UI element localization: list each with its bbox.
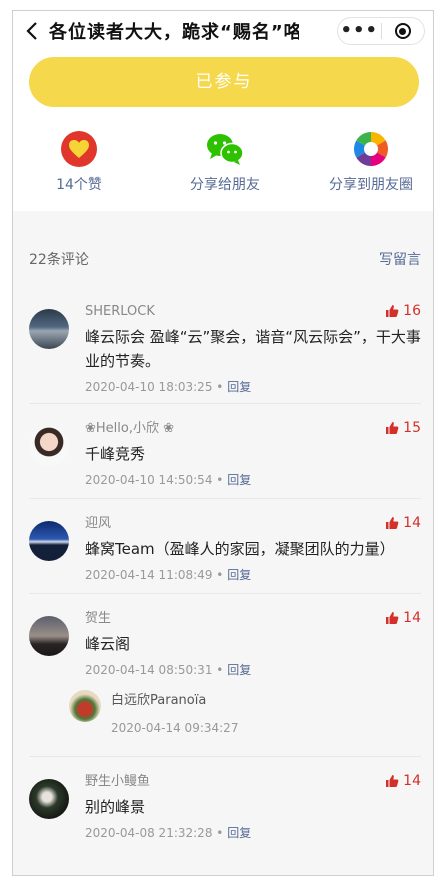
comment-time: 2020-04-14 11:08:49 — [85, 568, 213, 582]
divider — [29, 593, 421, 594]
comment-like-button[interactable]: 14 — [385, 610, 421, 626]
like-count: 16 — [403, 303, 421, 319]
comment-count: 22条评论 — [29, 252, 89, 268]
share-moments-label: 分享到朋友圈 — [329, 177, 413, 193]
comment-meta: 2020-04-14 11:08:49 • 回复 — [85, 567, 421, 583]
like-action[interactable]: 14个赞 — [41, 129, 117, 194]
meta-separator: • — [216, 826, 224, 840]
comment-text: 峰云阁 — [85, 635, 131, 653]
reply-button[interactable]: 回复 — [227, 568, 251, 582]
commenter-name[interactable]: 迎风 — [85, 515, 421, 533]
comment-item: 贺生 峰云阁 2020-04-14 08:50:31 • 回复 14 — [13, 610, 433, 688]
comment-text: 别的峰景 — [85, 798, 146, 816]
comment-meta: 2020-04-08 21:32:28 • 回复 — [85, 825, 421, 841]
more-options-button[interactable]: ••• — [338, 18, 381, 44]
reply-button[interactable]: 回复 — [227, 826, 251, 840]
comment-like-button[interactable]: 14 — [385, 515, 421, 531]
comment-like-button[interactable]: 14 — [385, 773, 421, 789]
mini-program-capsule: ••• — [337, 17, 425, 45]
app-frame: 各位读者大大，跪求“赐名”咯... ••• 已参与 14个赞 分享给朋友 分享到… — [12, 10, 434, 876]
share-friend-action[interactable]: 分享给朋友 — [177, 129, 273, 194]
back-button[interactable] — [17, 11, 47, 51]
reply-button[interactable]: 回复 — [227, 663, 251, 677]
comment-meta: 2020-04-10 18:03:25 • 回复 — [85, 379, 421, 395]
joined-button[interactable]: 已参与 — [29, 57, 419, 107]
share-moments-action[interactable]: 分享到朋友圈 — [321, 129, 421, 194]
thumbs-up-icon — [386, 422, 399, 434]
avatar[interactable] — [69, 690, 101, 722]
comment-time: 2020-04-10 18:03:25 — [85, 380, 213, 394]
comment-item: SHERLOCK 峰云际会 盈峰“云”聚会，谐音“风云际会”，干大事业的节奏。 … — [13, 303, 433, 403]
divider — [29, 403, 421, 404]
heart-icon — [61, 131, 97, 167]
like-count: 14 — [403, 773, 421, 789]
comment-text: 峰云际会 盈峰“云”聚会，谐音“风云际会”，干大事业的节奏。 — [85, 328, 421, 370]
comment-like-button[interactable]: 15 — [385, 420, 421, 436]
divider — [29, 498, 421, 499]
meta-separator: • — [216, 380, 224, 394]
avatar[interactable] — [29, 779, 69, 819]
top-panel: 各位读者大大，跪求“赐名”咯... ••• 已参与 14个赞 分享给朋友 分享到… — [13, 11, 433, 211]
write-comment-button[interactable]: 写留言 — [379, 249, 421, 269]
moments-icon — [354, 132, 388, 166]
like-count: 14 — [403, 610, 421, 626]
like-count: 14 — [403, 515, 421, 531]
like-count-label: 14个赞 — [56, 177, 102, 193]
comment-text: 蜂窝Team（盈峰人的家园，凝聚团队的力量） — [85, 540, 395, 558]
commenter-name[interactable]: SHERLOCK — [85, 303, 421, 321]
reply-button[interactable]: 回复 — [227, 473, 251, 487]
commenter-name[interactable]: 贺生 — [85, 610, 421, 628]
comment-time: 2020-04-10 14:50:54 — [85, 473, 213, 487]
comment-item: 迎风 蜂窝Team（盈峰人的家园，凝聚团队的力量） 2020-04-14 11:… — [13, 515, 433, 593]
comment-text: 千峰竞秀 — [85, 445, 146, 463]
meta-separator: • — [216, 663, 224, 677]
reply-button[interactable]: 回复 — [227, 380, 251, 394]
comment-item: ❀Hello,小欣 ❀ 千峰竞秀 2020-04-10 14:50:54 • 回… — [13, 420, 433, 498]
close-mini-program-button[interactable] — [382, 23, 425, 39]
author-reply: 白远欣Paranoïa 2020-04-14 09:34:27 — [13, 688, 433, 756]
reply-time: 2020-04-14 09:34:27 — [111, 721, 239, 735]
avatar[interactable] — [29, 521, 69, 561]
comment-item: 野生小鳗鱼 别的峰景 2020-04-08 21:32:28 • 回复 14 — [13, 773, 433, 851]
wechat-icon — [207, 134, 244, 165]
thumbs-up-icon — [386, 305, 399, 317]
meta-separator: • — [216, 473, 224, 487]
like-count: 15 — [403, 420, 421, 436]
thumbs-up-icon — [386, 612, 399, 624]
comment-time: 2020-04-08 21:32:28 — [85, 826, 213, 840]
comments-section: 22条评论 写留言 SHERLOCK 峰云际会 盈峰“云”聚会，谐音“风云际会”… — [13, 211, 433, 851]
commenter-name[interactable]: ❀Hello,小欣 ❀ — [85, 420, 421, 438]
divider — [29, 756, 421, 757]
nav-bar: 各位读者大大，跪求“赐名”咯... ••• — [13, 11, 433, 51]
comment-meta: 2020-04-10 14:50:54 • 回复 — [85, 472, 421, 488]
comments-header: 22条评论 写留言 — [13, 211, 433, 303]
page-title: 各位读者大大，跪求“赐名”咯... — [49, 22, 299, 43]
thumbs-up-icon — [386, 775, 399, 787]
comment-meta: 2020-04-14 08:50:31 • 回复 — [85, 662, 421, 678]
comment-like-button[interactable]: 16 — [385, 303, 421, 319]
target-icon — [394, 23, 411, 39]
action-row: 14个赞 分享给朋友 分享到朋友圈 — [13, 129, 433, 199]
avatar[interactable] — [29, 309, 69, 349]
share-friend-label: 分享给朋友 — [190, 177, 260, 193]
commenter-name[interactable]: 野生小鳗鱼 — [85, 773, 421, 791]
meta-separator: • — [216, 568, 224, 582]
avatar[interactable] — [29, 616, 69, 656]
reply-author-name[interactable]: 白远欣Paranoïa — [111, 688, 433, 710]
chevron-left-icon — [26, 22, 37, 40]
comment-time: 2020-04-14 08:50:31 — [85, 663, 213, 677]
avatar[interactable] — [29, 426, 69, 466]
thumbs-up-icon — [386, 517, 399, 529]
